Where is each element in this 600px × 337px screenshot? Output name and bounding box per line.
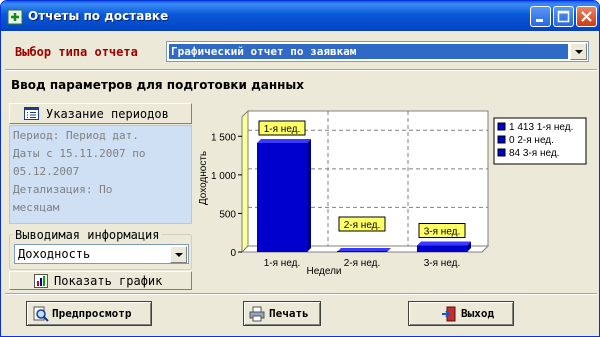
print-label: Печать (269, 307, 309, 320)
chevron-down-icon[interactable] (570, 43, 587, 60)
print-button[interactable]: Печать (243, 301, 321, 326)
y-tick-label: 1 500 (211, 132, 236, 143)
bar (257, 142, 307, 252)
legend-swatch (497, 135, 506, 144)
divider (5, 69, 597, 71)
exit-button[interactable]: Выход (408, 301, 514, 326)
y-tick-label: 500 (219, 209, 236, 220)
report-type-value: Графический отчет по заявкам (169, 44, 568, 59)
output-group-legend: Выводимая информация (13, 228, 162, 242)
printer-icon (249, 306, 265, 322)
bar-side (307, 138, 311, 252)
data-label: 1-я нед. (264, 124, 301, 135)
divider (5, 293, 597, 295)
legend-item: 84 3-я нед. (509, 148, 559, 159)
minimize-button[interactable] (530, 6, 551, 27)
section-title: Ввод параметров для подготовки данных (11, 78, 305, 92)
plot-side-wall (241, 109, 249, 254)
chart-icon (34, 274, 48, 288)
y-tick-label: 1 000 (211, 171, 236, 182)
periods-button-label: Указание периодов (46, 107, 169, 121)
bar-top (257, 138, 311, 143)
bar (337, 251, 387, 252)
x-tick-label: 3-я нед. (424, 258, 461, 269)
y-tick-label: 0 (230, 248, 236, 259)
exit-label: Выход (461, 307, 495, 320)
exit-door-icon (442, 306, 456, 322)
periods-button[interactable]: Указание периодов (9, 103, 192, 124)
close-button[interactable] (576, 6, 597, 27)
y-axis-title: Доходность (198, 151, 209, 205)
data-label: 3-я нед. (424, 227, 461, 238)
report-type-select[interactable]: Графический отчет по заявкам (166, 41, 589, 62)
maximize-button[interactable] (553, 6, 574, 27)
income-chart: 0 500 1 000 1 500 1-я нед. 1-я нед. 2-я нед. 2-… (198, 109, 587, 277)
title-bar[interactable]: Отчеты по доставке (1, 1, 599, 31)
legend-swatch (497, 122, 506, 131)
show-chart-button[interactable]: Показать график (9, 271, 192, 290)
close-icon (581, 11, 592, 22)
preview-button[interactable]: Предпросмотр (26, 301, 152, 326)
window-title: Отчеты по доставке (28, 9, 169, 23)
period-details: Период: Период дат. Даты с 15.11.2007 по… (9, 125, 192, 224)
x-tick-label: 1-я нед. (264, 258, 301, 269)
x-axis-title: Недели (306, 266, 341, 277)
maximize-icon (557, 10, 570, 23)
chevron-down-icon[interactable] (170, 246, 187, 263)
minimize-icon (536, 19, 543, 22)
data-label: 2-я нед. (344, 220, 381, 231)
legend-swatch (497, 148, 506, 157)
output-select-value: Доходность (18, 247, 91, 261)
x-tick-label: 2-я нед. (344, 258, 381, 269)
bar-top (417, 241, 471, 246)
report-type-label: Выбор типа отчета (15, 45, 138, 59)
legend-item: 0 2-я нед. (509, 135, 554, 146)
chart-panel: 0 500 1 000 1 500 1-я нед. 1-я нед. 2-я нед. 2-… (194, 96, 595, 287)
report-window: Отчеты по доставке Выбор типа отчета Гра… (0, 0, 600, 337)
bar (417, 245, 467, 252)
magnifier-icon (33, 306, 49, 322)
legend-item: 1 413 1-я нед. (509, 122, 573, 133)
output-select[interactable]: Доходность (14, 244, 189, 264)
preview-label: Предпросмотр (52, 307, 132, 320)
show-chart-label: Показать график (54, 274, 163, 288)
app-icon (7, 9, 23, 25)
list-icon (24, 107, 39, 120)
